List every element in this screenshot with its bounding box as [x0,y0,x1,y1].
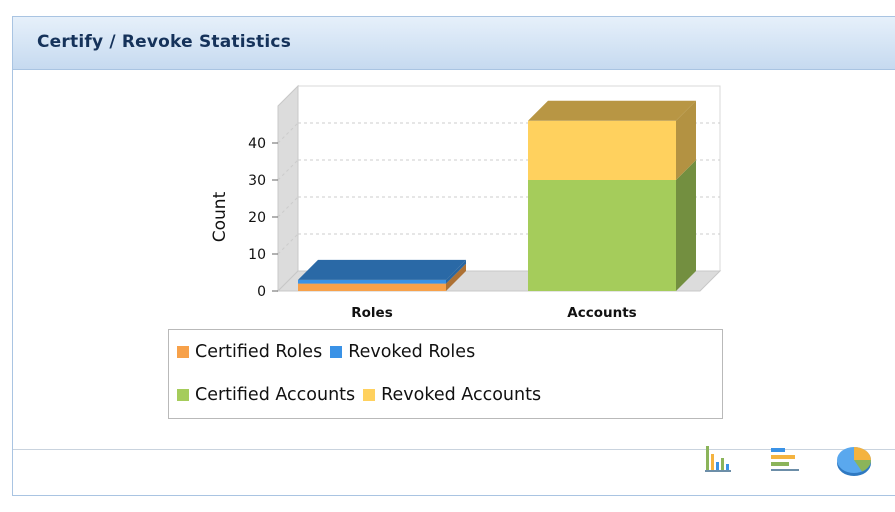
x-category-label: Accounts [567,305,636,321]
legend-row: Certified Roles Revoked Roles [177,340,483,364]
legend-label: Revoked Roles [348,342,476,362]
bar-top-face [298,259,466,280]
legend-item: Certified Accounts [177,385,355,405]
legend-swatch [177,389,189,401]
chart-legend: Certified Roles Revoked Roles Certified A… [168,329,723,419]
legend-label: Certified Accounts [195,385,356,405]
horizontal-bar-chart-button[interactable] [765,442,805,478]
y-axis-title: Count [210,191,230,242]
legend-label: Revoked Accounts [381,385,542,405]
y-tick-label: 10 [248,247,266,263]
y-tick-label: 20 [248,210,266,226]
footer-divider [13,449,895,450]
legend-item: Revoked Accounts [363,385,541,405]
legend-label: Certified Roles [195,342,323,362]
y-tick-label: 0 [257,284,266,300]
legend-item: Revoked Roles [330,342,475,362]
legend-item: Certified Roles [177,342,322,362]
legend-row: Certified Accounts Revoked Accounts [177,383,549,407]
pie-chart-icon [837,447,872,476]
legend-swatch [177,346,189,358]
chart-left-wall [277,84,299,293]
vertical-bar-chart-button[interactable] [700,442,740,478]
y-tick-label: 30 [248,173,266,189]
stacked-bar-chart: 0 10 20 30 40 Count Roles Accounts [210,84,722,321]
bar-top-face [528,100,696,121]
horizontal-bar-chart-icon [771,448,799,471]
pie-chart-button[interactable] [832,442,872,478]
vertical-bar-chart-icon [705,446,731,472]
legend-swatch [330,346,343,358]
legend-swatch [363,389,376,401]
x-category-label: Roles [351,305,393,321]
y-tick-label: 40 [248,136,266,152]
